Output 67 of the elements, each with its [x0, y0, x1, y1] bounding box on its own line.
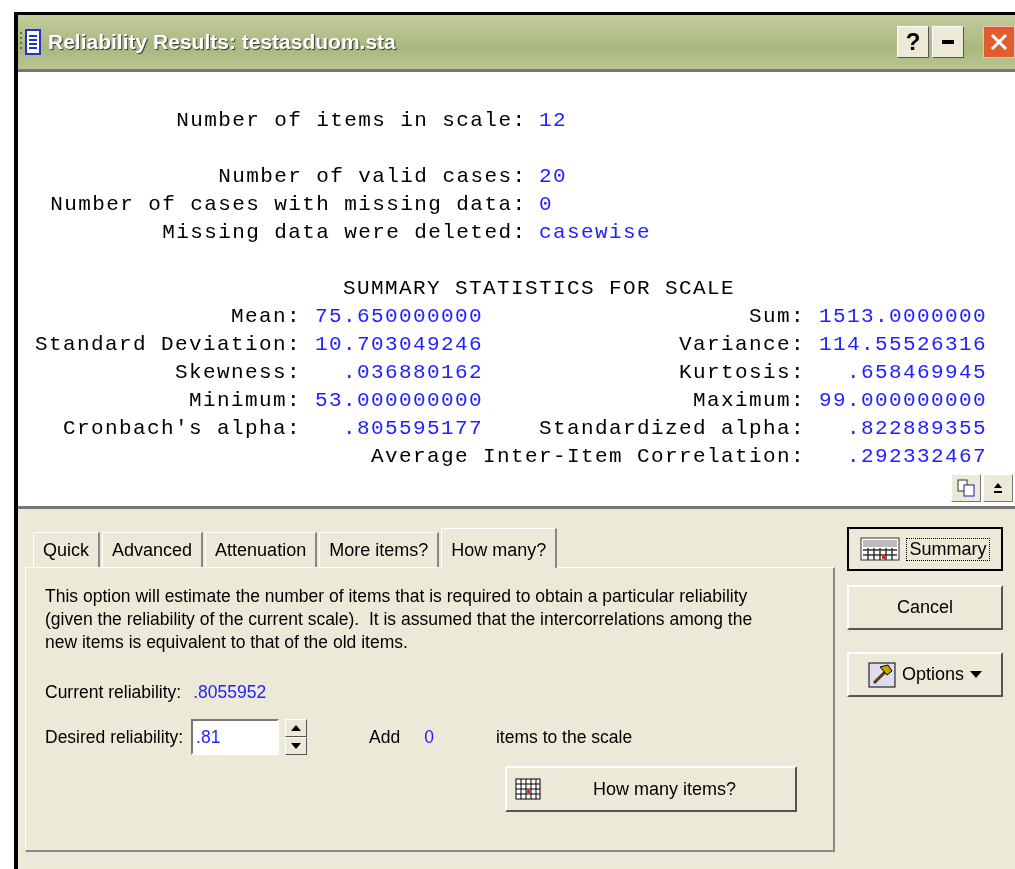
- stat-label: Number of valid cases:: [217, 164, 527, 190]
- stat-label: Sum:: [748, 304, 805, 330]
- stat-value: 114.55526316: [817, 332, 987, 358]
- tab[interactable]: How many?: [441, 528, 558, 568]
- stat-value: 0: [539, 192, 554, 218]
- grid-icon: [515, 778, 541, 800]
- collapse-button[interactable]: [983, 474, 1013, 502]
- copy-icon: [957, 479, 975, 497]
- caret-down-icon: [970, 671, 982, 678]
- stat-value: 12: [539, 108, 568, 134]
- stat-value: 20: [539, 164, 568, 190]
- stat-label: Mean:: [230, 304, 301, 330]
- tab[interactable]: Quick: [33, 532, 100, 567]
- stat-label: Kurtosis:: [677, 360, 805, 386]
- document-icon: [20, 28, 42, 56]
- suffix-label: items to the scale: [496, 726, 633, 748]
- window-title: Reliability Results: testasduom.sta: [48, 30, 397, 54]
- spin-up-button[interactable]: [285, 719, 308, 737]
- stat-label: Maximum:: [691, 388, 805, 414]
- stat-value: 10.703049246: [313, 332, 483, 358]
- stat-value: 75.650000000: [313, 304, 483, 330]
- stat-value: 1513.0000000: [817, 304, 987, 330]
- arrow-up-icon: [993, 482, 1003, 494]
- close-icon: [990, 33, 1008, 51]
- stat-label: Minimum:: [187, 388, 301, 414]
- tab[interactable]: More items?: [319, 532, 440, 567]
- help-button[interactable]: ?: [897, 26, 929, 58]
- arrow-down-icon: [291, 743, 302, 749]
- options-button[interactable]: Options: [847, 652, 1003, 697]
- input-field[interactable]: .81: [191, 719, 280, 755]
- description-text: This option will estimate the number of items that is required to obtain a particular reliability (given the reliability of the current scale). It is assumed that the intercorrelations among the new items is equivalent to that of the old items.: [45, 585, 754, 654]
- section-heading: SUMMARY STATISTICS FOR SCALE: [343, 277, 736, 300]
- field-label: Current reliability:: [45, 682, 182, 703]
- stat-value: 53.000000000: [313, 388, 483, 414]
- stat-value: .036880162: [341, 360, 483, 386]
- field-label: Desired reliability:: [45, 726, 184, 748]
- stat-label: Variance:: [677, 332, 805, 358]
- stat-value: .292332467: [845, 444, 987, 470]
- stat-label: Number of cases with missing data:: [49, 192, 527, 218]
- dialog-button[interactable]: Summary: [847, 527, 1003, 571]
- copy-button[interactable]: [951, 474, 981, 502]
- stat-value: 99.000000000: [817, 388, 987, 414]
- calculator-icon: [860, 537, 901, 561]
- stat-label: Missing data were deleted:: [161, 220, 527, 246]
- stat-label: Average Inter-Item Correlation:: [370, 444, 805, 470]
- items-count: 0: [424, 726, 434, 748]
- dialog-button[interactable]: Cancel: [847, 585, 1003, 630]
- stat-label: Cronbach's alpha:: [61, 416, 301, 442]
- reliability-value: .8055952: [193, 682, 267, 703]
- tab[interactable]: Attenuation: [205, 532, 318, 567]
- action-button[interactable]: How many items?: [505, 766, 797, 812]
- spin-down-button[interactable]: [285, 737, 308, 755]
- stat-label: Standard Deviation:: [35, 332, 301, 358]
- stat-label: Number of items in scale:: [175, 108, 527, 134]
- stat-label: Standardized alpha:: [537, 416, 805, 442]
- close-button[interactable]: [983, 26, 1015, 58]
- arrow-up-icon: [291, 725, 302, 731]
- stat-value: .822889355: [845, 416, 987, 442]
- hammer-icon: [867, 661, 896, 688]
- stat-value: .658469945: [845, 360, 987, 386]
- minimize-button[interactable]: [932, 26, 964, 58]
- stat-value: .805595177: [341, 416, 483, 442]
- stat-value: casewise: [539, 220, 653, 246]
- stat-label: Skewness:: [173, 360, 301, 386]
- minimize-icon: [942, 40, 954, 44]
- add-label: Add: [369, 726, 401, 748]
- tab[interactable]: Advanced: [102, 532, 204, 567]
